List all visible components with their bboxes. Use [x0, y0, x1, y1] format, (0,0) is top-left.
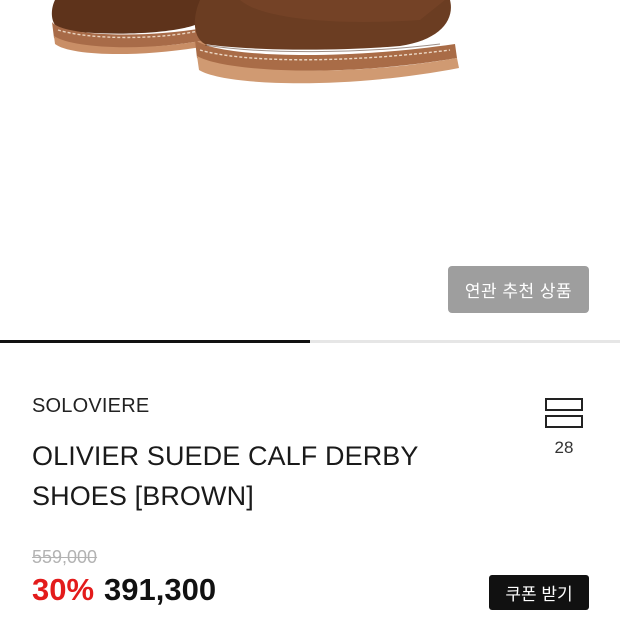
brand-name[interactable]: SOLOVIERE — [32, 395, 149, 418]
product-image-area[interactable]: 연관 추천 상품 — [0, 0, 620, 340]
like-button[interactable]: 28 — [540, 396, 588, 458]
sale-price: 391,300 — [104, 572, 217, 607]
product-title: OLIVIER SUEDE CALF DERBY SHOES [BROWN] — [32, 441, 419, 511]
left-shoe — [51, 0, 207, 55]
discount-rate: 30% — [32, 572, 95, 607]
image-progress-track — [0, 340, 620, 343]
image-progress-fill — [0, 340, 310, 343]
original-price: 559,000 — [32, 547, 98, 567]
bookmark-stack-icon — [545, 398, 583, 428]
price-row: 30% 391,300 — [32, 572, 216, 608]
like-count: 28 — [554, 438, 574, 457]
related-products-button[interactable]: 연관 추천 상품 — [448, 266, 589, 313]
right-shoe — [194, 0, 459, 84]
coupon-download-button[interactable]: 쿠폰 받기 — [489, 575, 589, 610]
